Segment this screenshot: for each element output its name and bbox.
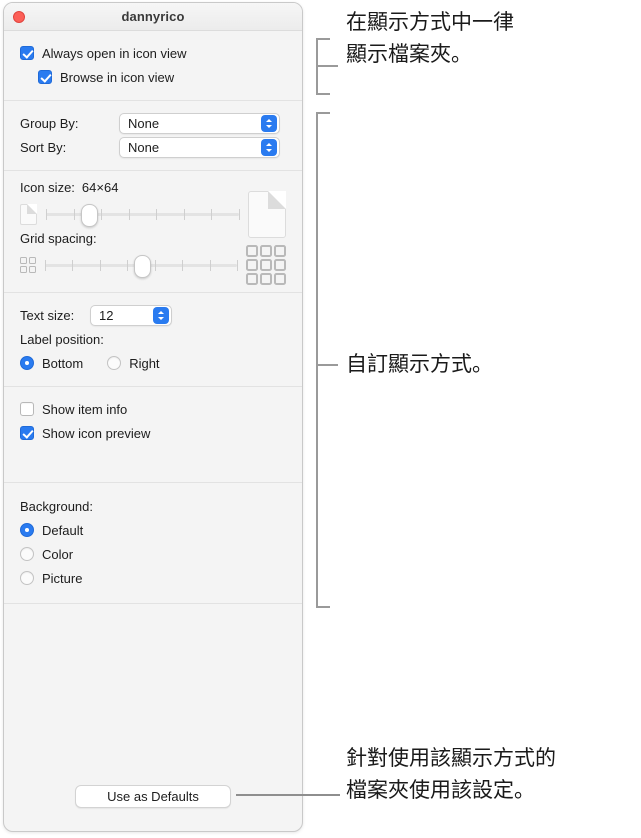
slider-tick	[237, 260, 238, 271]
label-browse-in-icon-view: Browse in icon view	[60, 69, 175, 85]
view-options-window: dannyrico Always open in icon view Brows…	[3, 2, 303, 832]
row-sort-by: Sort By: None	[4, 136, 302, 158]
label-icon-size: Icon size:	[20, 180, 75, 195]
slider-tick	[128, 209, 130, 220]
slider-tick	[99, 260, 101, 271]
row-show-item-info[interactable]: Show item info	[4, 398, 302, 420]
slider-tick	[183, 209, 185, 220]
document-large-icon	[248, 190, 286, 238]
slider-thumb-grid-spacing[interactable]	[134, 255, 151, 278]
row-show-icon-preview[interactable]: Show icon preview	[4, 422, 302, 444]
grid-large-icon	[246, 245, 286, 285]
popup-group-by[interactable]: None	[119, 112, 280, 134]
slider-grid-spacing[interactable]	[45, 252, 238, 278]
label-grid-spacing: Grid spacing:	[20, 231, 97, 246]
callout-stub-middle	[316, 364, 338, 366]
section-grouping: Group By: None Sort By: None	[4, 101, 302, 171]
label-background: Background:	[20, 498, 93, 514]
annotation-middle: 自訂顯示方式。	[346, 352, 493, 376]
label-always-open-in-icon-view: Always open in icon view	[42, 45, 187, 61]
slider-track	[46, 213, 239, 216]
slider-tick	[101, 209, 103, 220]
callout-stub-top	[316, 65, 338, 67]
radio-background-default[interactable]	[20, 523, 34, 537]
close-icon[interactable]	[13, 11, 25, 23]
callout-leader-bottom	[236, 794, 340, 796]
label-background-default: Default	[42, 522, 84, 538]
slider-tick	[127, 260, 129, 271]
slider-tick	[73, 209, 75, 220]
label-show-item-info: Show item info	[42, 401, 128, 417]
slider-tick	[156, 209, 158, 220]
row-always-open-in-icon-view[interactable]: Always open in icon view	[4, 42, 302, 64]
label-label-position: Label position:	[20, 331, 104, 347]
slider-tick	[182, 260, 184, 271]
label-group-by: Group By:	[20, 115, 79, 131]
row-background-picture[interactable]: Picture	[4, 567, 302, 589]
section-icon-view: Always open in icon view Browse in icon …	[4, 31, 302, 101]
label-background-color: Color	[42, 546, 74, 562]
row-background-title: Background:	[4, 495, 302, 517]
slider-tick	[239, 209, 240, 220]
slider-tick	[46, 209, 47, 220]
section-text: Text size: 12 Label position: Bottom Rig…	[4, 293, 302, 387]
row-label-position-options: Bottom Right	[4, 352, 302, 374]
callout-bracket-middle	[316, 112, 330, 608]
row-group-by: Group By: None	[4, 112, 302, 134]
label-background-picture: Picture	[42, 570, 83, 586]
chevron-updown-icon	[153, 306, 169, 324]
window-title: dannyrico	[121, 9, 185, 24]
row-grid-spacing-slider	[4, 245, 302, 285]
grid-small-icon	[20, 257, 36, 273]
slider-tick	[211, 209, 213, 220]
row-text-size: Text size: 12	[4, 304, 302, 326]
annotation-top: 在顯示方式中一律 顯示檔案夾。	[346, 10, 514, 66]
chevron-updown-icon	[261, 138, 277, 156]
annotation-bottom: 針對使用該顯示方式的 檔案夾使用該設定。	[346, 746, 556, 802]
row-background-color[interactable]: Color	[4, 543, 302, 565]
section-background: Background: Default Color Picture	[4, 483, 302, 603]
checkbox-always-open-in-icon-view[interactable]	[20, 46, 34, 60]
checkbox-browse-in-icon-view[interactable]	[38, 70, 52, 84]
slider-tick	[154, 260, 156, 271]
slider-tick	[209, 260, 211, 271]
label-text-size: Text size:	[20, 307, 75, 323]
checkbox-show-item-info[interactable]	[20, 402, 34, 416]
document-small-icon	[20, 203, 37, 225]
row-background-default[interactable]: Default	[4, 519, 302, 541]
label-label-position-bottom: Bottom	[42, 355, 84, 371]
slider-icon-size[interactable]	[46, 201, 240, 227]
slider-thumb-icon-size[interactable]	[81, 204, 99, 227]
section-info: Show item info Show icon preview	[4, 387, 302, 483]
section-divider-bottom	[4, 603, 302, 604]
row-browse-in-icon-view[interactable]: Browse in icon view	[4, 66, 302, 88]
popup-text-size-value: 12	[99, 307, 114, 323]
popup-sort-by[interactable]: None	[119, 136, 280, 158]
row-icon-size-slider	[4, 190, 302, 238]
window-footer: Use as Defaults	[4, 763, 302, 831]
use-as-defaults-button[interactable]: Use as Defaults	[75, 785, 231, 808]
checkbox-show-icon-preview[interactable]	[20, 426, 34, 440]
label-sort-by: Sort By:	[20, 139, 67, 155]
label-show-icon-preview: Show icon preview	[42, 425, 151, 441]
radio-label-position-bottom[interactable]	[20, 356, 34, 370]
row-label-position-title: Label position:	[4, 328, 302, 350]
slider-tick	[45, 260, 46, 271]
radio-label-position-right[interactable]	[107, 356, 122, 370]
chevron-updown-icon	[261, 114, 277, 132]
popup-sort-by-value: None	[128, 139, 160, 155]
value-icon-size: 64×64	[81, 180, 119, 195]
window-titlebar: dannyrico	[4, 3, 302, 31]
label-label-position-right: Right	[129, 355, 160, 371]
radio-background-picture[interactable]	[20, 571, 34, 585]
section-sliders: Icon size: 64×64 Grid spacing:	[4, 171, 302, 293]
popup-text-size[interactable]: 12	[90, 304, 172, 326]
popup-group-by-value: None	[128, 115, 160, 131]
radio-background-color[interactable]	[20, 547, 34, 561]
slider-tick	[72, 260, 74, 271]
